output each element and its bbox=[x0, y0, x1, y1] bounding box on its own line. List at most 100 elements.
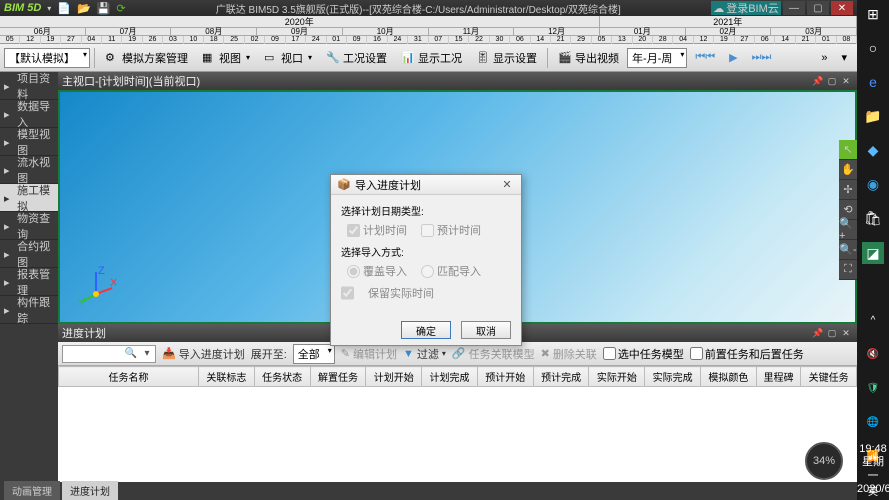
arrow-tool-icon[interactable]: ↖ bbox=[839, 140, 857, 160]
open-icon[interactable]: 📂 bbox=[77, 2, 91, 15]
save-icon[interactable]: 💾 bbox=[97, 2, 111, 15]
explorer-icon[interactable]: 📁 bbox=[863, 106, 883, 126]
sim-plan-button[interactable]: ⚙模拟方案管理 bbox=[99, 47, 194, 69]
zoomout-tool-icon[interactable]: 🔍- bbox=[839, 240, 857, 260]
sidebar-item-构件跟踪[interactable]: ▸构件跟踪 bbox=[0, 296, 58, 324]
dropdown-icon[interactable]: ▾ bbox=[47, 4, 51, 13]
chk-selected-model[interactable]: 选中任务模型 bbox=[603, 346, 684, 362]
del-assoc-button[interactable]: ✖删除关联 bbox=[541, 346, 597, 362]
timeline-ruler[interactable]: 2020年2021年 06月07月08月09月10月11月12月01月02月03… bbox=[0, 16, 857, 44]
sidebar-item-合约视图[interactable]: ▸合约视图 bbox=[0, 240, 58, 268]
panel-max-icon[interactable]: ▢ bbox=[825, 74, 839, 88]
close-button[interactable]: ✕ bbox=[831, 1, 853, 15]
dialog-close-button[interactable]: ✕ bbox=[499, 177, 515, 193]
match-option[interactable]: 匹配导入 bbox=[421, 263, 481, 279]
cloud-login-button[interactable]: ☁登录BIM云 bbox=[711, 1, 781, 15]
tab-animation[interactable]: 动画管理 bbox=[4, 481, 60, 500]
view-icon: ▦ bbox=[202, 51, 216, 65]
tray-up-icon[interactable]: ^ bbox=[863, 310, 883, 330]
sidebar-item-施工模拟[interactable]: ▸施工模拟 bbox=[0, 184, 58, 212]
sim-mode-select[interactable]: 【默认模拟】 bbox=[4, 48, 90, 68]
chk-pre-post[interactable]: 前置任务和后置任务 bbox=[690, 346, 804, 362]
condition-button[interactable]: 🔧工况设置 bbox=[320, 47, 393, 69]
plan-time-option[interactable]: 计划时间 bbox=[347, 222, 407, 238]
expand-select[interactable]: 全部 bbox=[293, 344, 335, 364]
menu-icon[interactable]: ▾ bbox=[835, 48, 853, 67]
zoomin-tool-icon[interactable]: 🔍+ bbox=[839, 220, 857, 240]
keep-actual-option[interactable]: 保留实际时间 bbox=[341, 285, 511, 301]
progress-panel: 🔍 ▾ 📥导入进度计划 展开至: 全部 ✎编辑计划 ▼过滤▾ 🔗任务关联模型 ✖… bbox=[58, 342, 857, 482]
date-mode-select[interactable]: 年-月-周 bbox=[627, 48, 687, 68]
panel-close-icon[interactable]: ✕ bbox=[839, 326, 853, 340]
svg-text:X: X bbox=[110, 277, 116, 289]
ok-button[interactable]: 确定 bbox=[401, 321, 451, 339]
video-icon: 🎬 bbox=[558, 51, 572, 65]
search-input[interactable] bbox=[63, 348, 123, 359]
maximize-button[interactable]: ▢ bbox=[807, 1, 829, 15]
shield-icon[interactable]: 🛡 bbox=[863, 378, 883, 398]
view-button[interactable]: ▦视图▾ bbox=[196, 47, 256, 69]
search-down-icon[interactable]: ▾ bbox=[139, 348, 155, 359]
cortana-icon[interactable]: ○ bbox=[863, 38, 883, 58]
search-box[interactable]: 🔍 ▾ bbox=[62, 345, 156, 363]
refresh-icon[interactable]: ⟳ bbox=[116, 2, 125, 15]
viewport-button[interactable]: ▭视口▾ bbox=[258, 47, 318, 69]
tab-progress[interactable]: 进度计划 bbox=[62, 481, 118, 500]
sidebar-item-流水视图[interactable]: ▸流水视图 bbox=[0, 156, 58, 184]
play-button[interactable]: ▶ bbox=[723, 48, 743, 67]
forward-button[interactable]: ⏭⏭ bbox=[746, 48, 778, 67]
model-icon: ▸ bbox=[4, 136, 14, 148]
sidebar-item-数据导入[interactable]: ▸数据导入 bbox=[0, 100, 58, 128]
volume-mute-icon[interactable]: 🔇 bbox=[863, 344, 883, 364]
sidebar-item-模型视图[interactable]: ▸模型视图 bbox=[0, 128, 58, 156]
folder-icon: ▸ bbox=[4, 80, 14, 92]
store-icon[interactable]: 🛍 bbox=[863, 208, 883, 228]
app-logo: BIM 5D bbox=[4, 2, 41, 14]
rewind-button[interactable]: ⏮⏮ bbox=[689, 48, 721, 67]
sidebar-item-报表管理[interactable]: ▸报表管理 bbox=[0, 268, 58, 296]
fit-tool-icon[interactable]: ⛶ bbox=[839, 260, 857, 280]
sidebar-item-项目资料[interactable]: ▸项目资料 bbox=[0, 72, 58, 100]
performance-gauge[interactable]: 34% bbox=[805, 442, 843, 480]
date-type-label: 选择计划日期类型: bbox=[341, 203, 511, 218]
cancel-button[interactable]: 取消 bbox=[461, 321, 511, 339]
edge-icon[interactable]: e bbox=[863, 72, 883, 92]
assoc-model-button[interactable]: 🔗任务关联模型 bbox=[452, 346, 535, 362]
pin-icon[interactable]: 📌 bbox=[811, 74, 825, 88]
app3-icon[interactable]: ◪ bbox=[862, 242, 884, 264]
hand-tool-icon[interactable]: ✋ bbox=[839, 160, 857, 180]
pin-icon[interactable]: 📌 bbox=[811, 326, 825, 340]
task-grid[interactable]: 任务名称关联标志任务状态解置任务计划开始计划完成预计开始预计完成实际开始实际完成… bbox=[58, 366, 857, 482]
search-icon[interactable]: 🔍 bbox=[123, 348, 139, 359]
timeline-days: 0512192704111926031018250209172401091624… bbox=[0, 36, 857, 44]
viewport-tool-strip: ↖ ✋ ✢ ⟲ 🔍+ 🔍- ⛶ bbox=[839, 140, 857, 280]
axis-gizmo-icon: Z X Y bbox=[76, 266, 116, 306]
import-progress-button[interactable]: 📥导入进度计划 bbox=[162, 346, 245, 362]
sim-icon: ▸ bbox=[4, 192, 14, 204]
network-icon[interactable]: 🌐 bbox=[863, 412, 883, 432]
sidebar-item-物资查询[interactable]: ▸物资查询 bbox=[0, 212, 58, 240]
wrench-icon: 🔧 bbox=[326, 51, 340, 65]
dialog-titlebar[interactable]: 📦 导入进度计划 ✕ bbox=[331, 175, 521, 195]
minimize-button[interactable]: — bbox=[783, 1, 805, 15]
file-icon[interactable]: 📄 bbox=[57, 2, 71, 15]
app2-icon[interactable]: ◉ bbox=[863, 174, 883, 194]
export-video-button[interactable]: 🎬导出视频 bbox=[552, 47, 625, 69]
title-bar: BIM 5D ▾ 📄 📂 💾 ⟳ 广联达 BIM5D 3.5旗舰版(正式版)--… bbox=[0, 0, 857, 16]
system-clock[interactable]: 19:48 星期一 2020/6/8 bbox=[857, 443, 889, 496]
edit-plan-button[interactable]: ✎编辑计划 bbox=[341, 346, 397, 362]
edit-icon: ✎ bbox=[341, 347, 350, 360]
panel-max-icon[interactable]: ▢ bbox=[825, 326, 839, 340]
show-condition-button[interactable]: 📊显示工况 bbox=[395, 47, 468, 69]
display-settings-button[interactable]: 🎚显示设置 bbox=[470, 47, 543, 69]
filter-button[interactable]: ▼过滤▾ bbox=[403, 346, 446, 362]
est-time-option[interactable]: 预计时间 bbox=[421, 222, 481, 238]
left-sidebar: ▸项目资料▸数据导入▸模型视图▸流水视图▸施工模拟▸物资查询▸合约视图▸报表管理… bbox=[0, 72, 58, 482]
win-start-icon[interactable]: ⊞ bbox=[863, 4, 883, 24]
overwrite-option[interactable]: 覆盖导入 bbox=[347, 263, 407, 279]
main-toolbar: 【默认模拟】 ⚙模拟方案管理 ▦视图▾ ▭视口▾ 🔧工况设置 📊显示工况 🎚显示… bbox=[0, 44, 857, 72]
expand-icon[interactable]: » bbox=[815, 49, 833, 67]
app1-icon[interactable]: ◆ bbox=[863, 140, 883, 160]
panel-close-icon[interactable]: ✕ bbox=[839, 74, 853, 88]
target-tool-icon[interactable]: ✢ bbox=[839, 180, 857, 200]
